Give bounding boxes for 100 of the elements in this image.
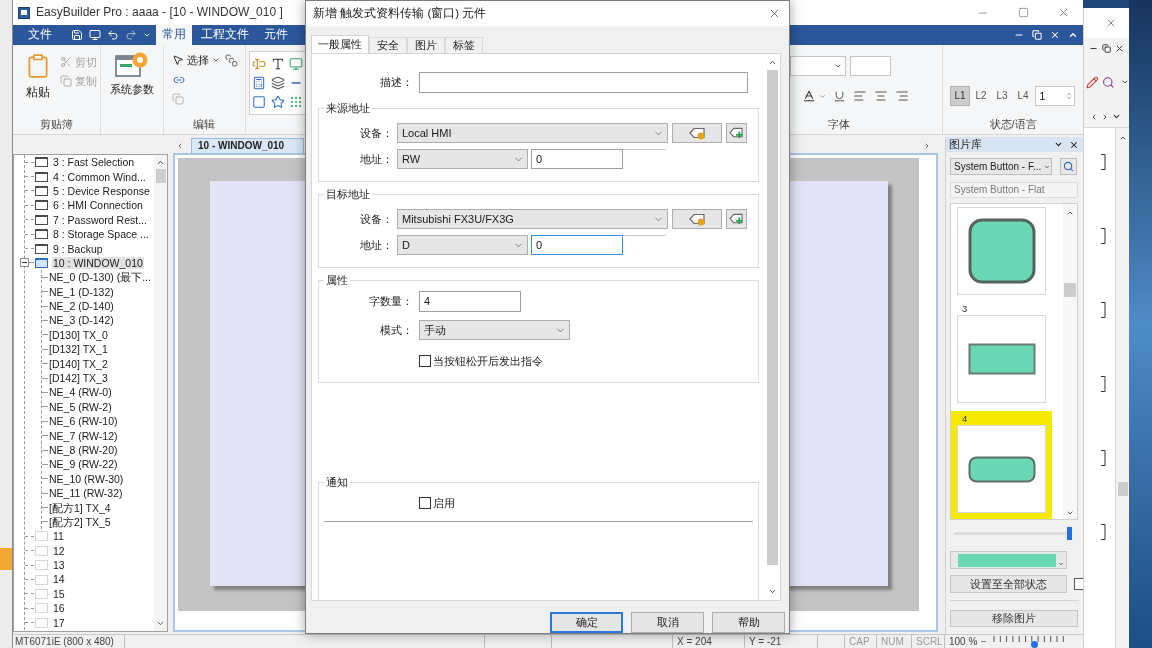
system-parameters-button[interactable]: 系统参数	[109, 51, 154, 103]
vertical-scrollbar[interactable]	[1116, 128, 1129, 648]
font-size-field[interactable]	[850, 56, 892, 76]
underline-icon[interactable]	[833, 89, 847, 103]
file-tab[interactable]: 文件	[22, 25, 58, 45]
ribbon-tab[interactable]: 常用	[156, 25, 192, 45]
device-dropdown[interactable]: Local HMI	[397, 123, 668, 143]
slider-thumb[interactable]	[1030, 640, 1038, 648]
caret-icon[interactable]	[1121, 78, 1129, 86]
tree-item[interactable]: 5 : Device Response	[52, 184, 151, 197]
tree-item[interactable]: 13	[52, 559, 66, 572]
image-tile[interactable]: 3	[951, 303, 1052, 403]
dots-icon[interactable]	[289, 94, 304, 109]
select-button[interactable]: 选择	[171, 54, 220, 67]
tree-item[interactable]: 14	[52, 573, 66, 586]
close-icon[interactable]	[1050, 30, 1060, 40]
dialog-button[interactable]: 帮助	[712, 612, 785, 633]
font-color-icon[interactable]	[802, 89, 817, 103]
ribbon-tab[interactable]: 元件	[258, 25, 294, 45]
vertical-scrollbar[interactable]	[154, 155, 167, 631]
tree-item[interactable]: 9 : Backup	[52, 242, 104, 255]
pen-icon[interactable]	[1086, 75, 1099, 89]
checkbox[interactable]	[1074, 578, 1083, 590]
tree-item[interactable]: NE_0 (D-130) (最下...	[49, 271, 151, 284]
tree-item[interactable]: NE_8 (RW-20)	[49, 443, 118, 457]
scroll-left-icon[interactable]	[1090, 112, 1098, 121]
tree-item[interactable]: NE_5 (RW-2)	[49, 400, 112, 413]
window-stack-icon[interactable]	[224, 54, 238, 67]
checkbox-label[interactable]: 启用	[433, 496, 455, 510]
dialog-tab[interactable]: 一般属性	[311, 35, 369, 53]
tree-item[interactable]: 7 : Password Rest...	[52, 213, 148, 226]
search-icon[interactable]	[1101, 75, 1115, 89]
tree-item[interactable]: NE_3 (D-142)	[49, 314, 114, 327]
description-field[interactable]	[419, 72, 748, 93]
mode-dropdown[interactable]: 手动	[419, 320, 570, 340]
add-tag-button[interactable]	[726, 209, 747, 229]
tree-item[interactable]: NE_11 (RW-32)	[49, 487, 123, 500]
tree-item[interactable]: 4 : Common Wind...	[52, 170, 147, 183]
add-tag-button[interactable]	[726, 123, 747, 143]
library-dropdown[interactable]: System Button - F...	[950, 158, 1052, 175]
scroll-right-icon[interactable]	[923, 142, 931, 150]
font-name-field[interactable]	[790, 56, 847, 76]
tree-item[interactable]: 16	[52, 602, 66, 615]
checkbox[interactable]	[419, 497, 431, 509]
tree-item[interactable]: NE_10 (RW-30)	[49, 472, 124, 485]
remove-image-button[interactable]: 移除图片	[950, 610, 1078, 627]
tree-item[interactable]: [D140] TX_2	[49, 357, 108, 370]
dialog-tab[interactable]: 图片	[407, 37, 445, 53]
word-count-field[interactable]: 4	[419, 291, 521, 312]
restore-icon[interactable]	[1032, 30, 1042, 40]
dialog-tab[interactable]: 标签	[445, 37, 483, 53]
device-dropdown[interactable]: Mitsubishi FX3U/FX3G	[397, 209, 668, 229]
undo-icon[interactable]	[107, 29, 119, 41]
tree-item[interactable]: NE_9 (RW-22)	[49, 458, 118, 471]
collapse-icon[interactable]	[20, 258, 29, 268]
library-name-field[interactable]: System Button - Flat	[950, 182, 1078, 198]
slider-thumb[interactable]	[1067, 527, 1072, 540]
zoom-out-icon[interactable]	[980, 638, 988, 645]
scroll-right-icon[interactable]	[1101, 112, 1109, 121]
rectangle-icon[interactable]	[252, 94, 267, 109]
state-number-field[interactable]: 1	[1035, 86, 1076, 106]
tree-item[interactable]: [D142] TX_3	[49, 372, 108, 385]
state-button[interactable]: L3	[992, 86, 1013, 106]
dialog-tab[interactable]: 安全	[369, 37, 407, 53]
close-icon[interactable]	[1115, 43, 1124, 53]
tree-item[interactable]: NE_4 (RW-0)	[49, 386, 112, 399]
tree-item[interactable]: [配方1] TX_4	[49, 501, 111, 514]
align-right-icon[interactable]	[895, 89, 910, 103]
apply-all-states-button[interactable]: 设置至全部状态	[950, 575, 1067, 593]
tree-item[interactable]: 8 : Storage Space ...	[52, 228, 150, 241]
scrollbar-thumb[interactable]	[1064, 283, 1076, 297]
calculator-icon[interactable]	[252, 76, 267, 90]
address-type-dropdown[interactable]: D	[397, 235, 528, 255]
document-tab[interactable]: 10 - WINDOW_010	[191, 138, 304, 153]
dialog-button[interactable]: 取消	[631, 612, 704, 633]
address-field[interactable]: 0	[531, 235, 623, 255]
align-center-icon[interactable]	[874, 89, 889, 103]
image-tile[interactable]: 4	[951, 411, 1052, 519]
text-icon[interactable]	[270, 57, 285, 72]
color-dropdown[interactable]	[950, 551, 1067, 569]
state-button[interactable]: L2	[971, 86, 992, 106]
address-type-dropdown[interactable]: RW	[397, 149, 528, 169]
tree-item[interactable]: [D130] TX_0	[49, 328, 108, 341]
layers-icon[interactable]	[270, 76, 285, 90]
ribbon-tab[interactable]: 工程文件	[195, 25, 255, 45]
link-icon[interactable]	[171, 74, 186, 86]
close-icon[interactable]	[1069, 139, 1079, 150]
align-left-icon[interactable]	[853, 89, 868, 103]
dialog-button[interactable]: 确定	[550, 612, 623, 633]
checkbox-label[interactable]: 当按钮松开后发出指令	[433, 354, 543, 368]
save-icon[interactable]	[71, 29, 83, 41]
scrollbar-thumb[interactable]	[155, 169, 166, 183]
tree-item[interactable]: NE_6 (RW-10)	[49, 415, 118, 428]
tree-item[interactable]: [配方2] TX_5	[49, 515, 111, 528]
paste-button[interactable]: 粘贴	[22, 51, 54, 103]
tree-item[interactable]: NE_1 (D-132)	[49, 285, 114, 298]
vertical-scrollbar[interactable]	[1063, 204, 1077, 519]
checkbox[interactable]	[419, 355, 431, 367]
size-slider[interactable]	[954, 527, 1072, 540]
tag-button[interactable]	[672, 123, 722, 143]
